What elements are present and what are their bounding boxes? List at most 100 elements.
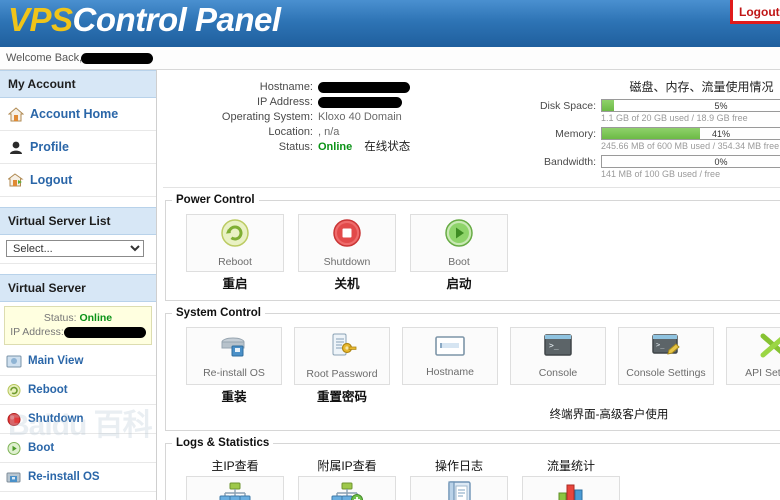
sidebar-item-label: Main View bbox=[28, 355, 84, 367]
svg-text:>_: >_ bbox=[549, 341, 559, 350]
logs-statistics-legend: Logs & Statistics bbox=[176, 437, 270, 449]
power-tile-reboot-wrap: Reboot 重启 bbox=[186, 214, 284, 292]
server-info-value: Kloxo 40 Domain bbox=[318, 111, 402, 123]
sidebar-item-boot[interactable]: Boot bbox=[0, 434, 156, 463]
server-overview-row: Hostname: IP Address: Operating System: … bbox=[163, 74, 780, 188]
power-control-section: Power Control Reboot 重启 Shutdown 关机 Boot… bbox=[165, 194, 780, 301]
memory-usage-percent: 41% bbox=[711, 129, 730, 139]
logout-icon bbox=[8, 172, 24, 188]
power-tile-reboot[interactable]: Reboot bbox=[186, 214, 284, 272]
sidebar-item-reinstall-os[interactable]: Re-install OS bbox=[0, 463, 156, 492]
sidebar-item-profile[interactable]: Profile bbox=[0, 131, 156, 164]
sidebar-ip-label: IP Address: bbox=[10, 326, 64, 338]
power-tile-shutdown[interactable]: Shutdown bbox=[298, 214, 396, 272]
sidebar-item-label: Profile bbox=[30, 140, 69, 154]
logs-tile-main-ip[interactable]: Main IP bbox=[186, 476, 284, 500]
server-status-row: Status: Online 在线状态 bbox=[163, 140, 518, 155]
resource-usage-title-cn: 磁盘、内存、流量使用情况 bbox=[629, 80, 774, 94]
welcome-username-redacted bbox=[81, 52, 154, 64]
home-icon bbox=[8, 106, 24, 122]
server-info-label: IP Address: bbox=[256, 96, 313, 108]
sidebar-item-label: Account Home bbox=[30, 107, 119, 121]
server-info-label: Hostname: bbox=[259, 81, 313, 93]
system-tile-console[interactable]: >_ Console bbox=[510, 327, 606, 385]
sidebar: My Account Account Home Profile Logout V… bbox=[0, 70, 157, 500]
resource-label: Memory: bbox=[555, 127, 596, 140]
system-tile-label-cn: 重置密码 bbox=[316, 390, 367, 404]
console-settings-icon: >_ bbox=[651, 333, 681, 362]
system-tile-console-settings[interactable]: >_ Console Settings bbox=[618, 327, 714, 385]
system-tile-reinstall-os[interactable]: Re-install OS bbox=[186, 327, 282, 385]
system-tile-label: Console Settings bbox=[626, 367, 706, 379]
server-info-row: Operating System: Kloxo 40 Domain bbox=[163, 110, 518, 125]
logs-tile-label-cn: 附属IP查看 bbox=[317, 459, 377, 473]
system-tile-console-settings-wrap: >_ Console Settings bbox=[618, 327, 714, 405]
api-icon bbox=[759, 333, 780, 362]
logs-tile-main-ip-wrap: 主IP查看 Main IP bbox=[186, 457, 284, 500]
app-header: VPSControl Panel Logout bbox=[0, 0, 780, 47]
server-info-label: Operating System: bbox=[221, 111, 313, 123]
logo-control-panel-text: Control Panel bbox=[72, 1, 282, 38]
power-tile-label: Shutdown bbox=[323, 256, 371, 268]
logs-tile-statistics[interactable]: Statistics bbox=[522, 476, 620, 500]
system-tile-root-password[interactable]: Root Password bbox=[294, 327, 390, 385]
virtual-server-select[interactable]: Select... bbox=[6, 240, 144, 257]
vps-control-panel-page: VPSControl Panel Logout Welcome Back, My… bbox=[0, 0, 780, 500]
sidebar-item-label: Shutdown bbox=[28, 413, 84, 425]
app-logo: VPSControl Panel bbox=[8, 1, 281, 39]
chart-icon bbox=[556, 482, 586, 500]
logs-tile-ip-addresses[interactable]: IP Addresses bbox=[298, 476, 396, 500]
reboot-icon bbox=[220, 218, 250, 251]
play-icon bbox=[6, 441, 22, 456]
disk-usage-percent: 5% bbox=[714, 101, 728, 111]
server-disk-icon bbox=[219, 333, 249, 362]
disk-usage-bar: 5% bbox=[601, 99, 780, 112]
power-tile-boot[interactable]: Boot bbox=[410, 214, 508, 272]
logs-tile-label-cn: 流量统计 bbox=[546, 459, 595, 473]
sidebar-item-shutdown[interactable]: Shutdown bbox=[0, 405, 156, 434]
logs-tile-label-cn: 主IP查看 bbox=[211, 459, 259, 473]
window-icon bbox=[434, 334, 466, 361]
bandwidth-usage-bar: 0% bbox=[601, 155, 780, 168]
server-info-value: , n/a bbox=[318, 126, 340, 138]
disk-icon bbox=[6, 470, 22, 485]
system-tile-hostname-wrap: Hostname bbox=[402, 327, 498, 405]
system-tile-label: Hostname bbox=[426, 366, 474, 378]
power-tile-label-cn: 启动 bbox=[446, 277, 472, 291]
server-info-row: Location: , n/a bbox=[163, 125, 518, 140]
system-tile-label: Console bbox=[538, 367, 578, 379]
server-info-row: IP Address: bbox=[163, 95, 518, 110]
sidebar-item-main-view[interactable]: Main View bbox=[0, 347, 156, 376]
reboot-icon bbox=[6, 383, 22, 398]
server-status-value: Online bbox=[318, 141, 353, 153]
sidebar-item-label: Reboot bbox=[28, 384, 68, 396]
sidebar-section-virtual-server: Virtual Server bbox=[0, 274, 156, 302]
sidebar-item-account-home[interactable]: Account Home bbox=[0, 98, 156, 131]
logs-tile-ip-addresses-wrap: 附属IP查看 IP Addresses bbox=[298, 457, 396, 500]
hostname-redacted bbox=[318, 81, 410, 93]
sidebar-item-reboot[interactable]: Reboot bbox=[0, 376, 156, 405]
header-logout-button[interactable]: Logout bbox=[730, 0, 780, 24]
server-info-value bbox=[318, 95, 402, 110]
server-info-panel: Hostname: IP Address: Operating System: … bbox=[163, 74, 518, 183]
sidebar-status-label: Status: bbox=[43, 312, 77, 324]
sidebar-status-value: Online bbox=[79, 312, 113, 324]
power-tile-label: Reboot bbox=[218, 256, 252, 268]
sidebar-item-root-password[interactable]: Root Password bbox=[0, 492, 156, 500]
stop-icon bbox=[332, 218, 362, 251]
server-info-row: Hostname: bbox=[163, 80, 518, 95]
welcome-bar: Welcome Back, bbox=[0, 47, 780, 70]
resource-row-bandwidth: Bandwidth: 0% bbox=[518, 155, 780, 168]
password-key-icon bbox=[327, 332, 357, 363]
shutdown-icon bbox=[6, 412, 22, 427]
logs-tile-logs[interactable]: Logs bbox=[410, 476, 508, 500]
system-tile-api-settings[interactable]: API Settings bbox=[726, 327, 780, 385]
play-icon bbox=[444, 218, 474, 251]
system-tile-hostname[interactable]: Hostname bbox=[402, 327, 498, 385]
disk-usage-detail: 1.1 GB of 20 GB used / 18.9 GB free bbox=[601, 113, 748, 123]
system-tile-reinstall-wrap: Re-install OS 重装 bbox=[186, 327, 282, 405]
sidebar-item-logout[interactable]: Logout bbox=[0, 164, 156, 197]
logs-statistics-tiles: 主IP查看 Main IP 附属IP查看 bbox=[172, 453, 780, 500]
sidebar-section-virtual-server-list: Virtual Server List bbox=[0, 207, 156, 235]
resource-label: Bandwidth: bbox=[544, 155, 596, 168]
